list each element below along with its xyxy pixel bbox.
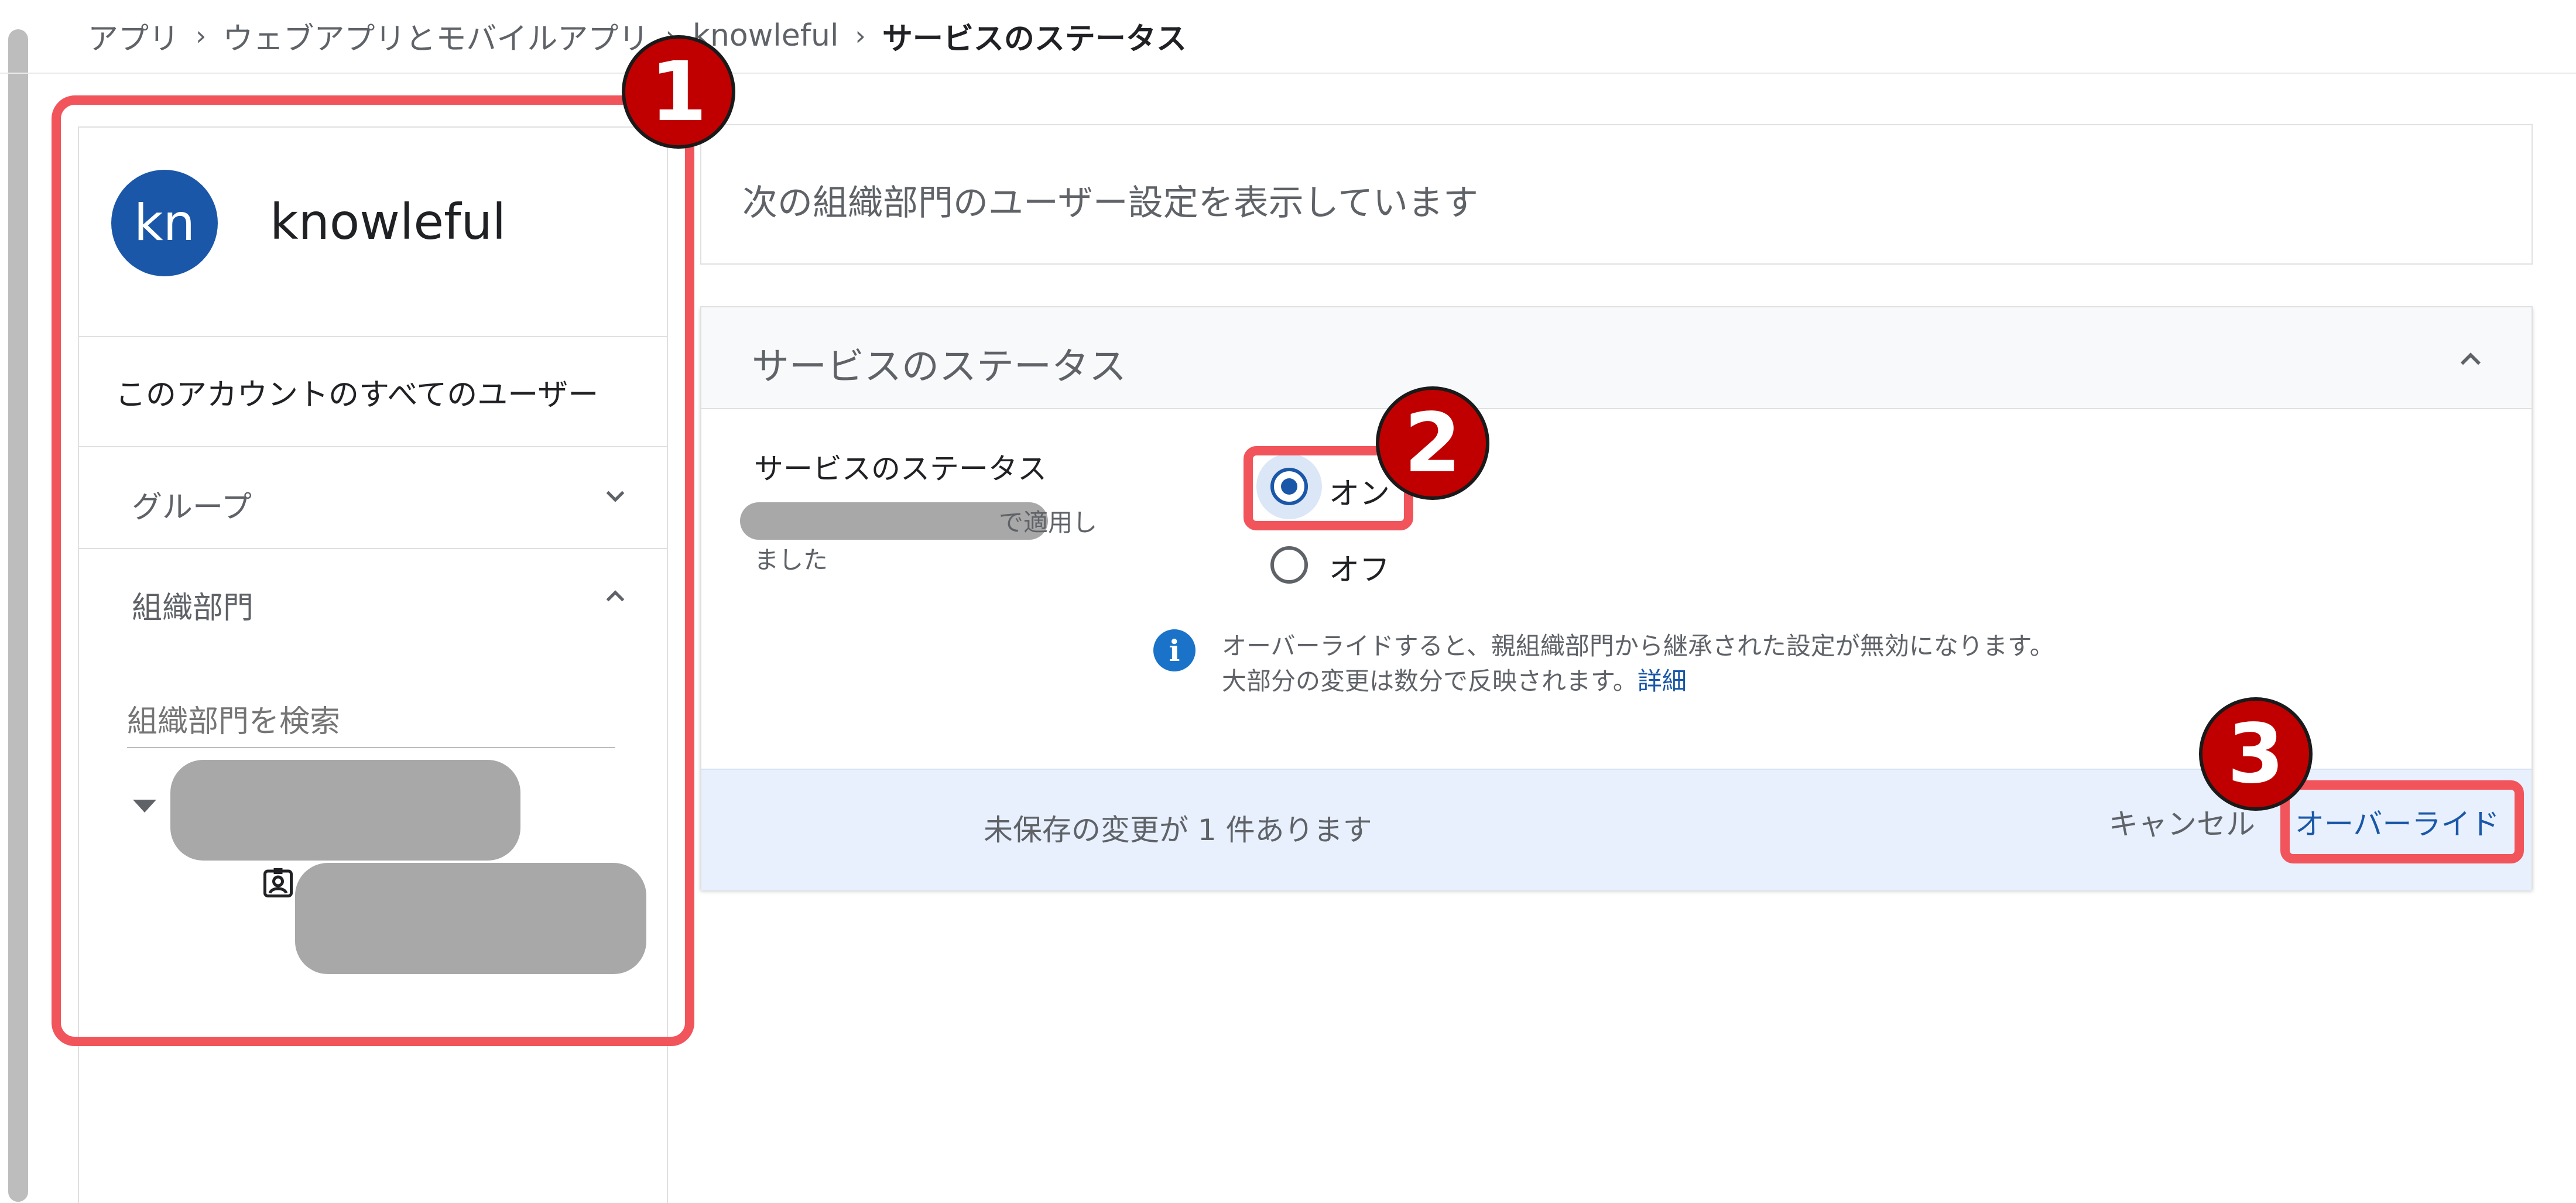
breadcrumb-current: サービスのステータス	[882, 21, 1187, 57]
radio-off-label[interactable]: オフ	[1329, 545, 1390, 589]
annotation-box-1	[52, 95, 694, 1046]
info-banner-text: 次の組織部門のユーザー設定を表示しています	[742, 183, 1478, 224]
breadcrumb: アプリ › ウェブアプリとモバイルアプリ › knowleful › サービスの…	[88, 14, 1187, 58]
setting-label: サービスのステータス	[754, 452, 1047, 486]
info-icon: i	[1153, 629, 1195, 671]
chevron-right-icon: ›	[855, 20, 866, 52]
info-banner-card: 次の組織部門のユーザー設定を表示しています	[700, 124, 2533, 265]
annotation-box-3	[2280, 780, 2524, 863]
breadcrumb-web-mobile-apps[interactable]: ウェブアプリとモバイルアプリ	[222, 14, 649, 58]
applied-text-continued: ました	[754, 546, 828, 574]
annotation-badge-1: 1	[622, 35, 735, 149]
cancel-button[interactable]: キャンセル	[2109, 801, 2255, 843]
section-header[interactable]: サービスのステータス	[701, 307, 2532, 409]
details-link[interactable]: 詳細	[1638, 667, 1687, 695]
page-scrollbar[interactable]	[8, 29, 28, 1202]
info-text-line2-body: 大部分の変更は数分で反映されます。	[1222, 667, 1638, 695]
chevron-up-icon	[2460, 352, 2481, 365]
applied-text: で適用し	[999, 508, 1098, 537]
unsaved-changes-text: 未保存の変更が 1 件あります	[984, 813, 1372, 847]
chevron-right-icon: ›	[196, 20, 207, 52]
info-text-line2: 大部分の変更は数分で反映されます。詳細	[1222, 662, 1687, 697]
breadcrumb-apps[interactable]: アプリ	[88, 14, 179, 58]
header-divider	[0, 73, 2576, 74]
section-title: サービスのステータス	[752, 345, 1126, 389]
radio-off[interactable]	[1270, 546, 1308, 584]
annotation-badge-2: 2	[1376, 386, 1489, 500]
annotation-badge-3: 3	[2199, 697, 2313, 811]
info-text-line1: オーバーライドすると、親組織部門から継承された設定が無効になります。	[1222, 632, 2054, 660]
